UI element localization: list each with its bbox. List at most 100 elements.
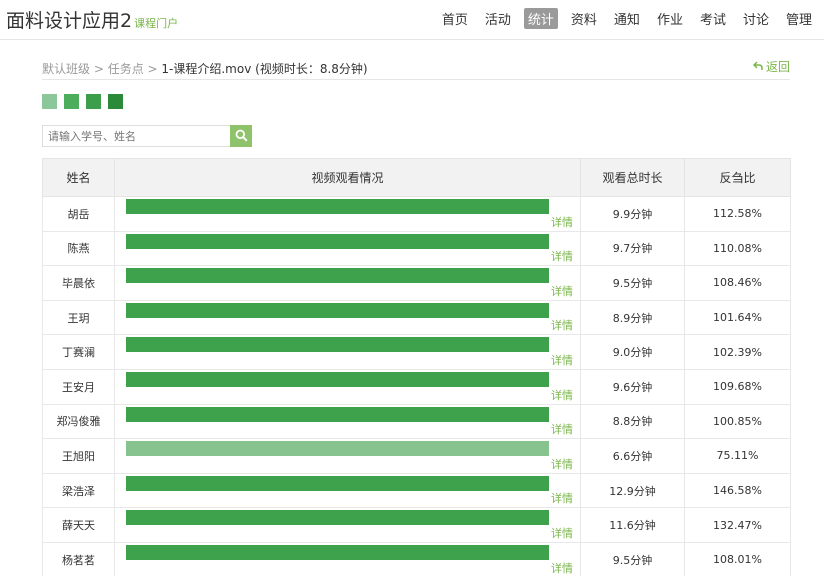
watch-progress-bar [126,544,549,560]
course-title-text: 面料设计应用2 [6,10,133,32]
legend-swatch [108,94,123,109]
student-name: 王安月 [42,368,115,405]
watch-duration: 9.9分钟 [580,196,685,232]
nav-item[interactable]: 作业 [653,8,687,29]
breadcrumb-current: 1-课程介绍.mov (视频时长：8.8分钟) [161,62,368,76]
detail-link[interactable]: 详情 [551,387,573,403]
table-row: 毕晨依 详情 9.5分钟 108.46% [42,265,791,301]
watch-duration: 6.6分钟 [580,438,685,474]
student-name: 郑冯俊雅 [42,403,115,440]
watch-duration: 9.7分钟 [580,230,685,267]
watch-progress-bar [126,268,549,284]
detail-link[interactable]: 详情 [551,525,573,541]
back-button[interactable]: 返回 [752,58,790,75]
watch-progress-bar [126,510,549,526]
table-row: 薛天天详情 11.6分钟 132.47% [42,507,791,543]
watch-duration: 9.5分钟 [580,265,685,301]
nav-item[interactable]: 统计 [523,8,558,29]
nav-item[interactable]: 管理 [782,8,816,29]
breadcrumb-separator: > [143,62,162,76]
video-progress-cell: 详情 [114,368,581,405]
course-portal-link[interactable]: 课程门户 [134,17,178,30]
legend-swatch [42,94,57,109]
detail-link[interactable]: 详情 [551,248,573,264]
main-nav: 首页 活动 统计 资料 通知 作业 考试 讨论 管理 [429,8,816,29]
watch-progress-bar [126,406,549,422]
watch-duration: 12.9分钟 [580,472,685,509]
header-duration: 观看总时长 [580,158,685,197]
breadcrumb-class[interactable]: 默认班级 [42,62,90,76]
detail-link[interactable]: 详情 [551,456,573,472]
watch-duration: 9.5分钟 [580,541,685,576]
color-legend [42,94,123,109]
video-progress-cell: 详情 [114,196,581,232]
search-input[interactable] [42,125,230,147]
top-bar: 面料设计应用2 课程门户 首页 活动 统计 资料 通知 作业 考试 讨论 管理 [0,0,824,40]
video-progress-cell: 详情 [114,299,581,336]
watch-progress-bar [126,441,549,457]
detail-link[interactable]: 详情 [551,490,573,506]
watch-duration: 11.6分钟 [580,507,685,543]
student-name: 胡岳 [42,196,115,232]
watch-duration: 9.6分钟 [580,368,685,405]
review-ratio: 102.39% [684,334,791,370]
back-label: 返回 [765,60,790,74]
student-name: 陈燕 [42,230,115,267]
table-row: 王旭阳详情 6.6分钟 75.11% [42,438,791,474]
watch-progress-bar [126,233,549,249]
nav-item[interactable]: 活动 [481,8,515,29]
student-name: 薛天天 [42,507,115,543]
nav-item[interactable]: 资料 [567,8,601,29]
watch-progress-bar [126,371,549,387]
watch-progress-bar [126,199,549,214]
student-name: 王玥 [42,299,115,336]
header-name: 姓名 [42,158,115,197]
video-progress-cell: 详情 [114,438,581,474]
table-row: 郑冯俊雅 详情 8.8分钟 100.85% [42,403,791,440]
breadcrumb-task[interactable]: 任务点 [108,62,144,76]
watch-duration: 8.9分钟 [580,299,685,336]
watch-progress-bar [126,337,549,353]
detail-link[interactable]: 详情 [551,421,573,437]
detail-link[interactable]: 详情 [551,283,573,299]
table-row: 王玥 详情 8.9分钟 101.64% [42,299,791,336]
stats-table: 姓名 视频观看情况 观看总时长 反刍比 胡岳 详情 9.9分钟 112.58% 陈燕 详情… [42,158,791,576]
legend-swatch [86,94,101,109]
review-ratio: 108.46% [684,265,791,301]
header-ratio: 反刍比 [684,158,791,197]
review-ratio: 132.47% [684,507,791,543]
watch-progress-bar [126,302,549,318]
watch-duration: 8.8分钟 [580,403,685,440]
nav-item[interactable]: 通知 [610,8,644,29]
table-row: 胡岳详情 9.9分钟 112.58% [42,196,791,232]
table-row: 丁赛澜详情 9.0分钟 102.39% [42,334,791,370]
table-row: 王安月详情 9.6分钟 109.68% [42,368,791,405]
detail-link[interactable]: 详情 [551,214,573,230]
review-ratio: 75.11% [684,438,791,474]
watch-duration: 9.0分钟 [580,334,685,370]
nav-item[interactable]: 讨论 [739,8,773,29]
detail-link[interactable]: 详情 [551,352,573,368]
video-progress-cell: 详情 [114,265,581,301]
breadcrumb: 默认班级 > 任务点 > 1-课程介绍.mov (视频时长：8.8分钟) 返回 [42,58,790,80]
student-name: 王旭阳 [42,438,115,474]
student-name: 丁赛澜 [42,334,115,370]
breadcrumb-separator: > [90,62,108,76]
search-icon [235,127,248,146]
review-ratio: 112.58% [684,196,791,232]
table-row: 杨茗茗 详情 9.5分钟 108.01% [42,541,791,576]
search-button[interactable] [230,125,252,147]
review-ratio: 100.85% [684,403,791,440]
review-ratio: 109.68% [684,368,791,405]
detail-link[interactable]: 详情 [551,317,573,333]
student-name: 杨茗茗 [42,541,115,576]
video-progress-cell: 详情 [114,507,581,543]
table-row: 梁浩泽 详情 12.9分钟 146.58% [42,472,791,509]
search-bar [42,125,252,147]
review-ratio: 101.64% [684,299,791,336]
course-title[interactable]: 面料设计应用2 课程门户 [6,6,178,33]
nav-item[interactable]: 考试 [696,8,730,29]
nav-item[interactable]: 首页 [438,8,472,29]
detail-link[interactable]: 详情 [551,560,573,576]
video-progress-cell: 详情 [114,541,581,576]
